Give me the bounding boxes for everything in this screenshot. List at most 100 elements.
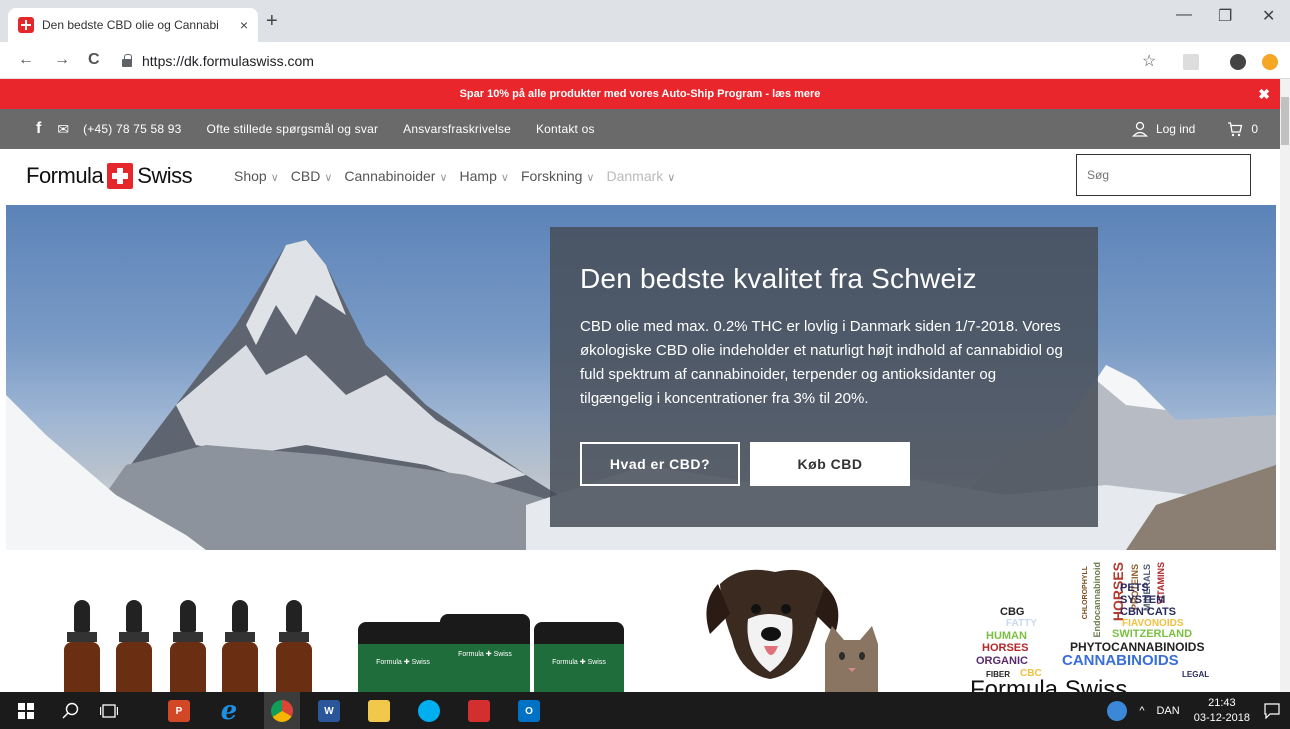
cbd-bottle-image[interactable]	[170, 600, 206, 692]
profile-icon[interactable]	[1230, 54, 1246, 70]
cbd-bottle-image[interactable]	[222, 600, 258, 692]
browser-tabbar: Den bedste CBD olie og Cannabi × + — ❐ ✕	[0, 0, 1290, 42]
search-box[interactable]	[1076, 154, 1251, 196]
facebook-icon[interactable]: f	[36, 120, 41, 138]
menu-label: Hamp	[459, 168, 497, 184]
cloud-word: PETS	[1120, 582, 1149, 594]
new-tab-button[interactable]: +	[266, 10, 278, 33]
promo-text[interactable]: Spar 10% på alle produkter med vores Aut…	[460, 88, 821, 100]
screen: Den bedste CBD olie og Cannabi × + — ❐ ✕…	[0, 0, 1290, 729]
favicon-icon	[18, 17, 34, 33]
jar-label: Formula ✚ Swiss	[458, 651, 512, 658]
chrome-icon-active[interactable]	[264, 692, 300, 729]
windows-start-icon[interactable]	[18, 703, 34, 719]
promo-close-icon[interactable]: ✖	[1258, 79, 1270, 109]
cbd-jar-image[interactable]: Formula ✚ Swiss	[534, 622, 624, 692]
main-nav: Formula Swiss Shop ∨ CBD ∨ Cannabinoider ∨ …	[0, 149, 1280, 205]
restore-button[interactable]: ❐	[1218, 6, 1232, 26]
main-menu: Shop ∨ CBD ∨ Cannabinoider ∨ Hamp ∨ Forsknin…	[234, 168, 687, 184]
disclaimer-link[interactable]: Ansvarsfraskrivelse	[403, 122, 511, 136]
bookmark-star-icon[interactable]: ☆	[1142, 51, 1156, 71]
faq-link[interactable]: Ofte stillede spørgsmål og svar	[207, 122, 379, 136]
back-button[interactable]: ←	[18, 51, 34, 69]
scrollbar-thumb[interactable]	[1281, 97, 1289, 145]
skype-icon[interactable]	[418, 700, 440, 722]
task-view-icon[interactable]	[100, 703, 118, 719]
mail-icon[interactable]: ✉	[57, 121, 69, 138]
chevron-down-icon: ∨	[439, 172, 448, 184]
cart-icon[interactable]	[1227, 121, 1243, 137]
cloud-word: CHLOROPHYLL	[1082, 566, 1089, 620]
cbd-jar-image[interactable]: Formula ✚ Swiss	[440, 614, 530, 692]
user-icon[interactable]	[1131, 121, 1148, 137]
menu-label: CBD	[290, 168, 321, 184]
cloud-word: LEGAL	[1182, 670, 1210, 679]
cloud-word: FATTY	[1006, 618, 1037, 629]
acrobat-icon[interactable]	[468, 700, 490, 722]
hero-panel: Den bedste kvalitet fra Schweiz CBD olie…	[550, 227, 1098, 527]
cbd-bottle-image[interactable]	[64, 600, 100, 692]
browser-toolbar: ← → C https://dk.formulaswiss.com ☆	[0, 42, 1290, 79]
search-taskbar-icon[interactable]	[62, 702, 80, 720]
product-tiles: Formula ✚ Swiss Formula ✚ Swiss Formula …	[0, 550, 1280, 703]
site-logo[interactable]: Formula Swiss	[26, 163, 193, 189]
outlook-icon[interactable]: O	[518, 700, 540, 722]
buy-cbd-button[interactable]: Køb CBD	[750, 442, 910, 486]
contact-link[interactable]: Kontakt os	[536, 122, 595, 136]
hero-title: Den bedste kvalitet fra Schweiz	[580, 263, 977, 294]
promo-bar[interactable]: Spar 10% på alle produkter med vores Aut…	[0, 79, 1280, 109]
cbd-bottle-image[interactable]	[276, 600, 312, 692]
phone-number[interactable]: (+45) 78 75 58 93	[83, 122, 181, 136]
tab-close-icon[interactable]: ×	[240, 17, 248, 33]
cloud-word: CBG	[1000, 606, 1025, 618]
cloud-word: SWITZERLAND	[1112, 628, 1193, 640]
cloud-word: HORSES	[982, 642, 1029, 654]
address-bar[interactable]: https://dk.formulaswiss.com	[122, 48, 1132, 74]
windows-taskbar: P e W O ^ DAN 21:43 03-12-2018	[0, 692, 1290, 729]
browser-tab[interactable]: Den bedste CBD olie og Cannabi ×	[8, 8, 258, 42]
notifications-icon[interactable]	[1264, 702, 1280, 719]
reload-button[interactable]: C	[88, 51, 100, 69]
clock[interactable]: 21:43 03-12-2018	[1194, 696, 1250, 726]
cbd-jar-image[interactable]: Formula ✚ Swiss	[358, 622, 448, 692]
hero-body: CBD olie med max. 0.2% THC er lovlig i D…	[580, 318, 1063, 407]
menu-label: Danmark	[606, 168, 664, 184]
login-link[interactable]: Log ind	[1156, 122, 1195, 136]
menu-item-hamp[interactable]: Hamp ∨	[460, 168, 509, 184]
cloud-word: SYSTEM	[1120, 594, 1166, 606]
menu-item-cbd[interactable]: CBD ∨	[291, 168, 333, 184]
window-close-button[interactable]: ✕	[1262, 6, 1275, 26]
clock-time: 21:43	[1208, 696, 1236, 709]
dog-and-cat-image[interactable]	[700, 564, 890, 692]
jar-label: Formula ✚ Swiss	[376, 659, 430, 666]
forward-button[interactable]: →	[54, 51, 70, 69]
internet-explorer-icon[interactable]: e	[218, 696, 240, 726]
cart-count[interactable]: 0	[1251, 122, 1258, 136]
menu-label: Cannabinoider	[344, 168, 436, 184]
language-indicator[interactable]: DAN	[1156, 705, 1179, 717]
chevron-down-icon: ∨	[270, 172, 279, 184]
lock-icon	[122, 54, 132, 67]
menu-label: Shop	[234, 168, 267, 184]
search-input[interactable]	[1087, 168, 1242, 182]
extension-orange-icon[interactable]	[1262, 54, 1278, 70]
cbd-bottle-image[interactable]	[116, 600, 152, 692]
cloud-word: Endocannabinoid	[1092, 562, 1102, 638]
logo-text-left: Formula	[26, 163, 104, 188]
word-icon[interactable]: W	[318, 700, 340, 722]
minimize-button[interactable]: —	[1176, 6, 1192, 24]
what-is-cbd-button[interactable]: Hvad er CBD?	[580, 442, 740, 486]
extension-icon[interactable]	[1183, 54, 1199, 70]
page-scrollbar[interactable]	[1280, 79, 1290, 692]
hero-banner: Den bedste kvalitet fra Schweiz CBD olie…	[6, 205, 1276, 550]
menu-item-cannabinoider[interactable]: Cannabinoider ∨	[344, 168, 447, 184]
menu-item-shop[interactable]: Shop ∨	[234, 168, 279, 184]
file-explorer-icon[interactable]	[368, 700, 390, 722]
help-tray-icon[interactable]	[1107, 700, 1128, 721]
cloud-word: ORGANIC	[976, 655, 1028, 667]
menu-item-danmark[interactable]: Danmark ∨	[606, 168, 675, 184]
powerpoint-icon[interactable]: P	[168, 700, 190, 722]
tray-expand-icon[interactable]: ^	[1139, 705, 1144, 717]
menu-item-forskning[interactable]: Forskning ∨	[521, 168, 595, 184]
tab-title: Den bedste CBD olie og Cannabi	[42, 18, 219, 32]
